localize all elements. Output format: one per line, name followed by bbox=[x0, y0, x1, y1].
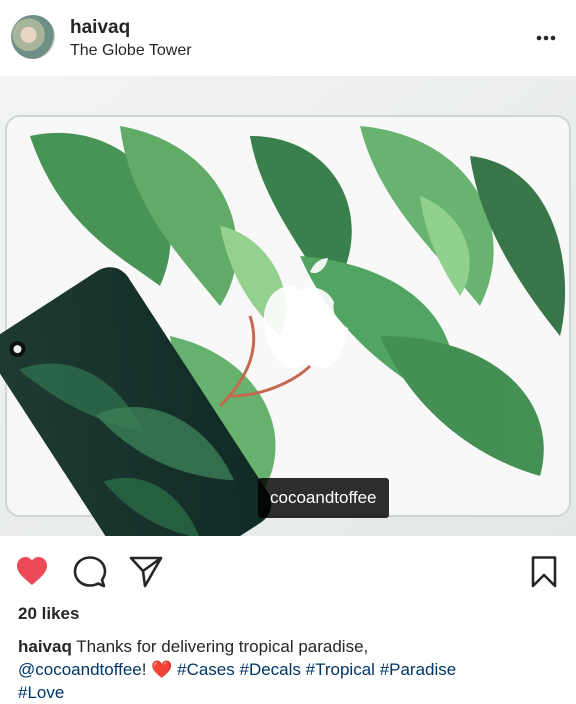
hashtag-tropical[interactable]: #Tropical bbox=[306, 660, 375, 679]
photo-tag-label[interactable]: cocoandtoffee bbox=[258, 478, 389, 518]
avatar[interactable] bbox=[11, 15, 55, 59]
likes-count[interactable]: 20 likes bbox=[18, 604, 79, 624]
hashtag-cases[interactable]: #Cases bbox=[177, 660, 235, 679]
comment-icon[interactable] bbox=[72, 554, 108, 590]
caption-username[interactable]: haivaq bbox=[18, 637, 72, 656]
more-options-icon[interactable] bbox=[535, 28, 557, 48]
bookmark-icon[interactable] bbox=[526, 554, 562, 590]
post-header: haivaq The Globe Tower bbox=[0, 0, 576, 76]
hashtag-love[interactable]: #Love bbox=[18, 683, 64, 702]
heart-icon[interactable] bbox=[14, 554, 50, 590]
tropical-laptop-image bbox=[0, 76, 576, 536]
caption-text-2: ! bbox=[141, 660, 152, 679]
hashtag-paradise[interactable]: #Paradise bbox=[380, 660, 457, 679]
caption-mention[interactable]: @cocoandtoffee bbox=[18, 660, 142, 679]
post-photo[interactable]: cocoandtoffee bbox=[0, 76, 576, 536]
hashtag-decals[interactable]: #Decals bbox=[240, 660, 301, 679]
post-caption: haivaq Thanks for delivering tropical pa… bbox=[18, 635, 563, 704]
heart-emoji: ❤️ bbox=[151, 660, 173, 679]
send-icon[interactable] bbox=[128, 554, 164, 590]
post-username[interactable]: haivaq bbox=[70, 17, 130, 39]
post-location[interactable]: The Globe Tower bbox=[70, 42, 192, 60]
caption-text: Thanks for delivering tropical paradise, bbox=[71, 637, 369, 656]
post-actions bbox=[0, 536, 576, 602]
